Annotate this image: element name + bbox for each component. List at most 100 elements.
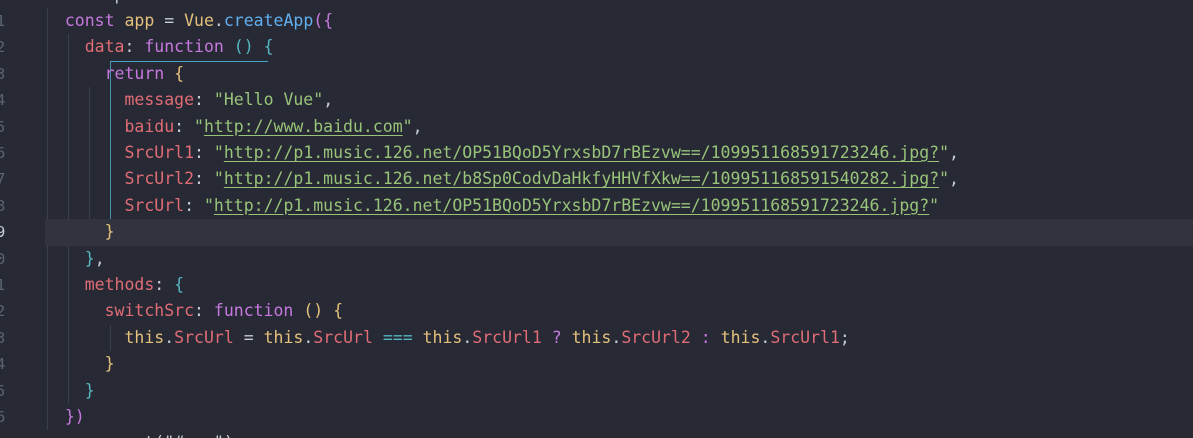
code-token: . bbox=[213, 11, 224, 30]
code-token: SrcUrl bbox=[124, 195, 185, 215]
code-line-partial: app.mount("#app") bbox=[45, 430, 1193, 438]
code-token: "Hello Vue" bbox=[213, 90, 324, 110]
code-line[interactable]: return { bbox=[45, 61, 1193, 87]
code-token: ? bbox=[551, 327, 562, 347]
code-token: { bbox=[174, 275, 185, 294]
code-token: switchSrc bbox=[104, 301, 195, 321]
code-token: . bbox=[164, 327, 175, 347]
code-token: " bbox=[939, 169, 950, 189]
code-line[interactable]: methods: { bbox=[45, 272, 1193, 298]
code-token: } bbox=[104, 222, 115, 242]
code-token: SrcUrl1 bbox=[770, 327, 840, 347]
code-token: http://www.baidu.com bbox=[203, 116, 403, 136]
code-token: data bbox=[84, 37, 125, 57]
code-token: " bbox=[213, 169, 224, 189]
code-editor[interactable]: 1234567890123456 <script> const app = Vu… bbox=[0, 0, 1193, 438]
code-token: ({ bbox=[313, 11, 334, 30]
code-token: . bbox=[303, 327, 314, 347]
code-token: Vue bbox=[184, 11, 214, 30]
code-token: : bbox=[174, 116, 195, 136]
code-token: : bbox=[194, 90, 214, 110]
code-token: this bbox=[124, 327, 165, 347]
code-token: " bbox=[929, 195, 940, 215]
code-token: http://p1.music.126.net/b8Sp0CodvDaHkfyH… bbox=[223, 169, 940, 189]
code-token: { bbox=[174, 63, 185, 83]
code-token: = bbox=[233, 327, 264, 347]
code-token: SrcUrl1 bbox=[472, 327, 542, 347]
code-token: . bbox=[760, 327, 771, 347]
code-token: , bbox=[323, 90, 334, 110]
code-token: : bbox=[194, 301, 214, 321]
code-token: http://p1.music.126.net/OP51BQoD5YrxsbD7… bbox=[213, 195, 930, 215]
code-token: . bbox=[462, 327, 473, 347]
code-token: " bbox=[939, 143, 950, 162]
code-line[interactable]: switchSrc: function () { bbox=[45, 298, 1193, 324]
code-token: " bbox=[194, 116, 204, 136]
code-line[interactable]: message: "Hello Vue", bbox=[45, 87, 1193, 113]
code-line-current[interactable]: } bbox=[45, 219, 1193, 246]
code-token: : bbox=[700, 327, 711, 347]
code-token: , bbox=[412, 116, 423, 136]
code-line[interactable]: SrcUrl1: "http://p1.music.126.net/OP51BQ… bbox=[45, 140, 1193, 166]
code-token: : bbox=[184, 195, 204, 215]
code-line[interactable]: baidu: "http://www.baidu.com", bbox=[45, 114, 1193, 140]
code-token: ; bbox=[839, 327, 850, 347]
code-token: : bbox=[154, 275, 175, 294]
code-line[interactable]: } bbox=[45, 378, 1193, 404]
code-token: app bbox=[124, 11, 155, 30]
code-token: this bbox=[422, 327, 463, 347]
code-line[interactable]: this.SrcUrl = this.SrcUrl === this.SrcUr… bbox=[45, 325, 1193, 351]
code-token: " bbox=[213, 143, 224, 162]
code-token: : bbox=[194, 143, 214, 162]
code-line[interactable]: data: function () { bbox=[45, 34, 1193, 60]
code-token: return bbox=[104, 63, 165, 83]
code-token: SrcUrl2 bbox=[621, 327, 691, 347]
code-area[interactable]: <script> const app = Vue.createApp({ dat… bbox=[0, 0, 1193, 438]
code-line[interactable]: }, bbox=[45, 246, 1193, 272]
code-line[interactable]: const app = Vue.createApp({ bbox=[45, 8, 1193, 34]
code-token: : bbox=[124, 37, 145, 57]
code-token: SrcUrl2 bbox=[124, 169, 195, 189]
code-token: : bbox=[194, 169, 214, 189]
code-token: http://p1.music.126.net/OP51BQoD5YrxsbD7… bbox=[223, 143, 940, 162]
code-token: baidu bbox=[124, 116, 175, 136]
code-token: { bbox=[333, 301, 344, 321]
code-token: methods bbox=[84, 275, 155, 294]
code-token: () bbox=[303, 301, 324, 321]
code-token: , bbox=[94, 248, 105, 268]
code-line[interactable]: SrcUrl: "http://p1.music.126.net/OP51BQo… bbox=[45, 193, 1193, 219]
code-line[interactable]: }) bbox=[45, 404, 1193, 430]
code-token: this bbox=[571, 327, 612, 347]
code-token: SrcUrl bbox=[313, 327, 373, 347]
code-token: { bbox=[263, 37, 274, 57]
code-token: , bbox=[949, 169, 959, 189]
code-line[interactable]: } bbox=[45, 351, 1193, 377]
code-token: " bbox=[402, 116, 413, 136]
code-token: this bbox=[720, 327, 761, 347]
code-line[interactable]: SrcUrl2: "http://p1.music.126.net/b8Sp0C… bbox=[45, 166, 1193, 192]
code-token: const bbox=[64, 11, 115, 30]
code-token: message bbox=[124, 90, 195, 110]
